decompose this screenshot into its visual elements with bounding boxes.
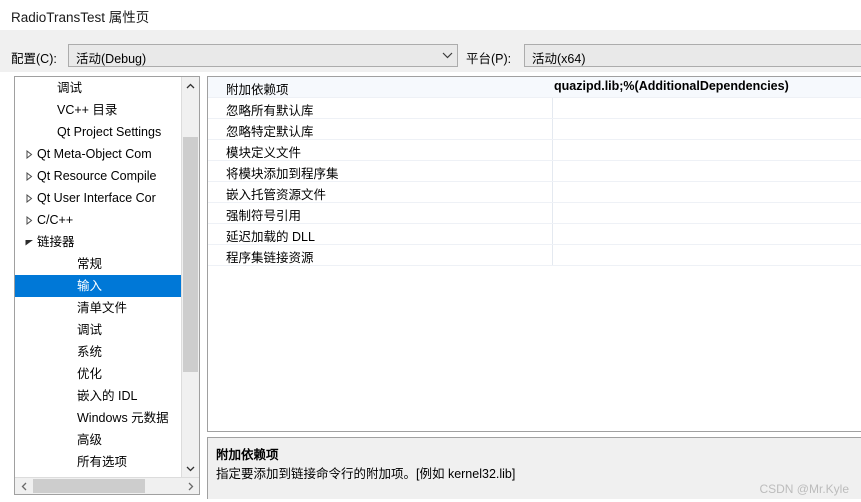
tree-item-label: Qt User Interface Cor — [37, 191, 156, 205]
tree-item-label: Qt Resource Compile — [37, 169, 157, 183]
chevron-down-icon[interactable] — [182, 460, 199, 477]
property-value[interactable]: quazipd.lib;%(AdditionalDependencies) — [554, 79, 789, 93]
tree-item-label: 嵌入的 IDL — [77, 389, 138, 403]
property-pages-tree[interactable]: 调试 VC++ 目录 Qt Project Settings Qt Meta-Obje… — [14, 76, 200, 495]
tree-item-label: Qt Meta-Object Com — [37, 147, 152, 161]
tree-item-label: 清单文件 — [77, 301, 128, 315]
expander-collapsed-icon[interactable] — [21, 143, 37, 165]
tree-item-label: 高级 — [77, 433, 103, 447]
tree-vertical-scrollbar[interactable] — [181, 77, 199, 477]
tree-item[interactable]: C/C++ — [15, 209, 181, 231]
tree-item[interactable]: Qt Project Settings — [15, 121, 181, 143]
tree-item-label: C/C++ — [37, 213, 74, 227]
chevron-right-icon[interactable] — [182, 478, 199, 494]
tree-item-label: 调试 — [57, 81, 83, 95]
tree-item[interactable]: 链接器 — [15, 231, 181, 253]
tree-item[interactable]: 输入 — [15, 275, 181, 297]
tree-item[interactable]: Qt Resource Compile — [15, 165, 181, 187]
tree-vertical-scroll-thumb[interactable] — [183, 137, 198, 372]
tree-item[interactable]: VC++ 目录 — [15, 99, 181, 121]
tree-item-list[interactable]: 调试 VC++ 目录 Qt Project Settings Qt Meta-Obje… — [15, 77, 181, 477]
tree-item-label: 调试 — [77, 323, 103, 337]
tree-item[interactable]: Qt Meta-Object Com — [15, 143, 181, 165]
tree-item-label: Qt Project Settings — [57, 125, 162, 139]
property-name: 将模块添加到程序集 — [226, 167, 339, 181]
platform-label: 平台(P): — [466, 52, 512, 66]
tree-item[interactable]: 调试 — [15, 77, 181, 99]
property-name: 模块定义文件 — [226, 146, 302, 160]
configuration-dropdown[interactable]: 活动(Debug) — [68, 44, 458, 67]
tree-item-label: VC++ 目录 — [57, 103, 118, 117]
platform-value: 活动(x64) — [532, 52, 586, 66]
tree-item[interactable]: 调试 — [15, 319, 181, 341]
property-row[interactable]: 强制符号引用 — [208, 203, 861, 224]
property-description-title: 附加依赖项 — [216, 448, 279, 462]
configuration-value: 活动(Debug) — [76, 52, 147, 66]
tree-item[interactable]: 高级 — [15, 429, 181, 451]
property-row[interactable]: 忽略特定默认库 — [208, 119, 861, 140]
property-row[interactable]: 嵌入托管资源文件 — [208, 182, 861, 203]
property-row[interactable]: 延迟加载的 DLL — [208, 224, 861, 245]
platform-dropdown[interactable]: 活动(x64) — [524, 44, 861, 67]
tree-item-label: 输入 — [77, 279, 103, 293]
chevron-down-icon[interactable] — [437, 45, 457, 66]
tree-item-label: 优化 — [77, 367, 103, 381]
property-grid-rows: 附加依赖项 quazipd.lib;%(AdditionalDependencie… — [208, 77, 861, 266]
tree-item-label: Windows 元数据 — [77, 411, 169, 425]
property-name: 附加依赖项 — [226, 83, 289, 97]
property-description-text: 指定要添加到链接命令行的附加项。[例如 kernel32.lib] — [216, 467, 516, 481]
property-row[interactable]: 模块定义文件 — [208, 140, 861, 161]
chevron-up-icon[interactable] — [182, 77, 199, 94]
tree-item[interactable]: 嵌入的 IDL — [15, 385, 181, 407]
expander-collapsed-icon[interactable] — [21, 187, 37, 209]
tree-item[interactable]: 优化 — [15, 363, 181, 385]
configuration-label: 配置(C): — [11, 52, 57, 66]
tree-item[interactable]: Windows 元数据 — [15, 407, 181, 429]
property-row[interactable]: 附加依赖项 quazipd.lib;%(AdditionalDependencie… — [208, 77, 861, 98]
properties-dialog: RadioTransTest 属性页 配置(C): 活动(Debug) 平台(P… — [0, 0, 861, 502]
property-name: 忽略特定默认库 — [226, 125, 314, 139]
tree-item[interactable]: 系统 — [15, 341, 181, 363]
expander-collapsed-icon[interactable] — [21, 165, 37, 187]
tree-item-label: 常规 — [77, 257, 103, 271]
property-row[interactable]: 程序集链接资源 — [208, 245, 861, 266]
property-row[interactable]: 忽略所有默认库 — [208, 98, 861, 119]
tree-item-label: 系统 — [77, 345, 103, 359]
tree-item[interactable]: Qt User Interface Cor — [15, 187, 181, 209]
property-grid[interactable]: 附加依赖项 quazipd.lib;%(AdditionalDependencie… — [207, 76, 861, 432]
property-name: 嵌入托管资源文件 — [226, 188, 327, 202]
tree-item-label: 链接器 — [37, 235, 75, 249]
dialog-titlebar: RadioTransTest 属性页 — [0, 0, 861, 30]
property-name: 程序集链接资源 — [226, 251, 314, 265]
property-name: 忽略所有默认库 — [226, 104, 314, 118]
chevron-left-icon[interactable] — [15, 478, 32, 494]
tree-item[interactable]: 所有选项 — [15, 451, 181, 473]
dialog-title: RadioTransTest 属性页 — [11, 10, 150, 25]
tree-item-label: 所有选项 — [77, 455, 128, 469]
tree-item[interactable]: 常规 — [15, 253, 181, 275]
property-name: 延迟加载的 DLL — [226, 230, 315, 244]
expander-expanded-icon[interactable] — [21, 231, 37, 253]
watermark: CSDN @Mr.Kyle — [759, 482, 849, 496]
tree-horizontal-scrollbar[interactable] — [15, 477, 199, 494]
expander-collapsed-icon[interactable] — [21, 209, 37, 231]
property-row[interactable]: 将模块添加到程序集 — [208, 161, 861, 182]
tree-horizontal-scroll-thumb[interactable] — [33, 479, 145, 493]
property-name: 强制符号引用 — [226, 209, 302, 223]
tree-item[interactable]: 清单文件 — [15, 297, 181, 319]
